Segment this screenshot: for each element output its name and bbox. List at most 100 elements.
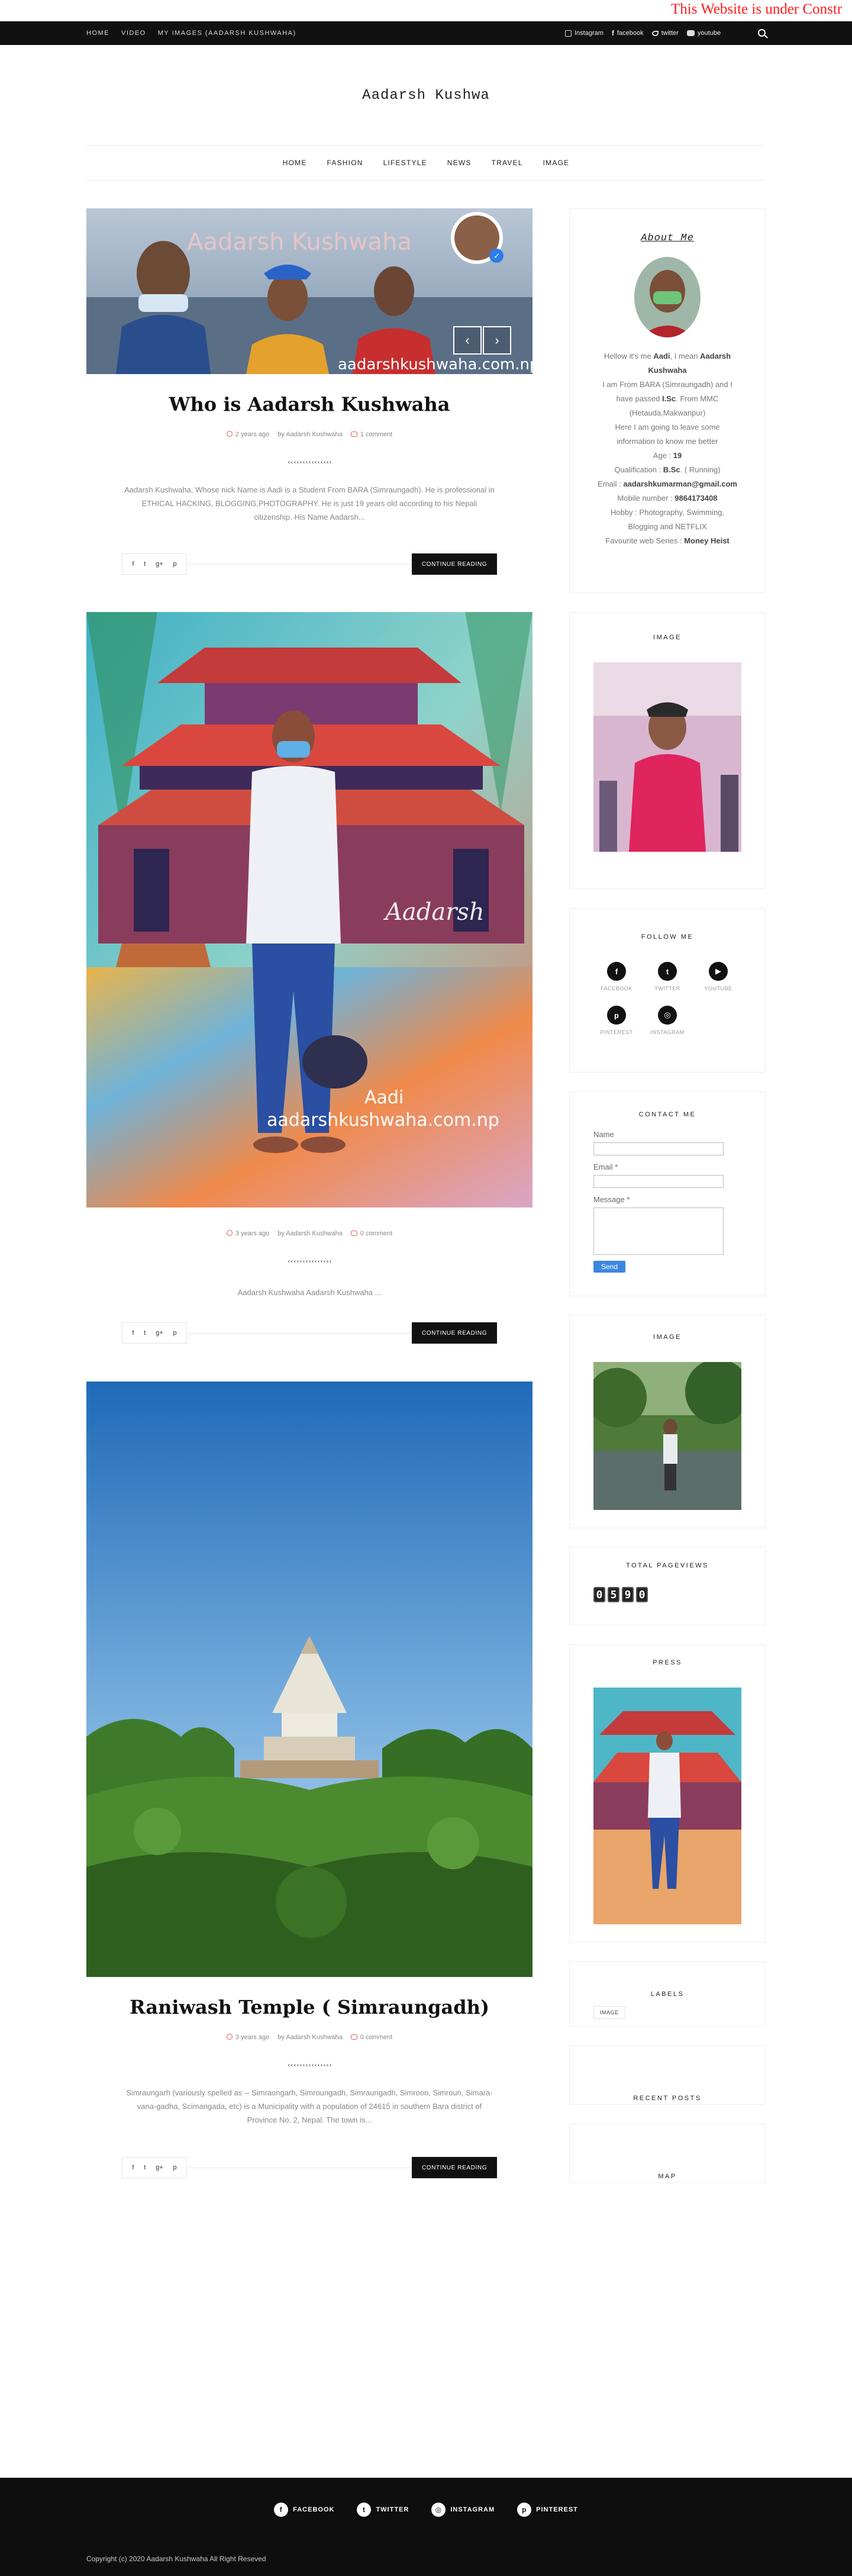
post-title[interactable]: Raniwash Temple ( Simraungadh) [86,1996,532,2018]
follow-youtube-label: YOUTUBE [704,986,732,991]
follow-links: f FACEBOOK t TWITTER ▶ YOUTUBE p PINTEREST ◎… [570,962,765,1035]
post-comments[interactable]: 1 comment [350,431,392,438]
total-pageviews-title: TOTAL PAGEVIEWS [626,1562,709,1569]
share-google-plus-icon[interactable]: g+ [156,561,163,568]
main-nav: HOME FASHION LIFESTYLE NEWS TRAVEL IMAGE [86,145,766,181]
follow-twitter[interactable]: t TWITTER [642,962,693,991]
follow-me-widget: FOLLOW ME f FACEBOOK t TWITTER ▶ YOUTUBE pP… [569,908,766,1073]
main-nav-travel[interactable]: TRAVEL [492,159,523,167]
share-facebook-icon[interactable]: f [132,561,134,568]
continue-reading-button[interactable]: CONTINUE READING [412,2157,497,2178]
follow-facebook[interactable]: f FACEBOOK [591,962,642,991]
top-youtube-link[interactable]: youtube [686,30,721,37]
follow-instagram[interactable]: ◎ INSTAGRAM [642,1006,693,1035]
copyright-text: Copyright (c) 2020 Aadarsh Kushwaha All … [86,2555,266,2563]
footer-facebook-link[interactable]: f FACEBOOK [274,2503,334,2517]
press-title: PRESS [653,1659,682,1666]
follow-pinterest-label: PINTEREST [600,1029,633,1035]
main-nav-lifestyle[interactable]: LIFESTYLE [383,159,427,167]
instagram-icon: ◎ [658,1006,677,1025]
footer-pinterest-label: PINTEREST [536,2506,578,2513]
follow-instagram-label: INSTAGRAM [650,1029,685,1035]
author-name: Aadarsh Kushwaha [286,431,343,438]
footer-instagram-label: INSTAGRAM [450,2506,495,2513]
svg-text:✓: ✓ [493,252,501,261]
counter-digit: 5 [608,1587,619,1602]
map-widget: MAP [569,2124,766,2183]
send-button[interactable]: Send [593,1261,625,1273]
email-field[interactable] [593,1175,724,1188]
image-caption-name: Aadi [364,1087,404,1108]
post-author[interactable]: by Aadarsh Kushwaha [277,431,342,438]
share-facebook-icon[interactable]: f [132,1329,134,1337]
site-title[interactable]: Aadarsh Kushwa [0,88,852,104]
share-twitter-icon[interactable]: t [144,2164,146,2171]
continue-reading-button[interactable]: CONTINUE READING [412,1322,497,1344]
press-image[interactable] [593,1688,741,1924]
total-pageviews-widget: TOTAL PAGEVIEWS 0 5 9 0 [569,1547,766,1625]
top-nav-home[interactable]: HOME [86,30,109,37]
share-google-plus-icon[interactable]: g+ [156,2164,163,2171]
youtube-icon: ▶ [709,962,728,981]
image-widget-title: IMAGE [653,1334,682,1341]
counter-digit: 0 [636,1587,648,1602]
top-instagram-link[interactable]: Instagram [565,30,604,37]
share-twitter-icon[interactable]: t [144,1329,146,1337]
share-pinterest-icon[interactable]: p [173,561,176,568]
share-facebook-icon[interactable]: f [132,2164,134,2171]
post-comments[interactable]: 0 comment [350,2034,392,2041]
post-comments[interactable]: 0 comment [350,1230,392,1237]
author-prefix: by [277,1230,285,1237]
slider-next-button[interactable]: › [483,326,511,355]
about-me-title: About Me [641,233,694,244]
clock-icon [226,2034,233,2040]
recent-posts-widget: RECENT POSTS [569,2046,766,2105]
label-image[interactable]: IMAGE [593,2006,625,2019]
top-social-links: Instagram f facebook twitter youtube [565,21,721,45]
search-icon[interactable] [758,29,766,37]
top-nav-my-images[interactable]: MY IMAGES (AADARSH KUSHWAHA) [158,30,296,37]
press-photo [593,1688,741,1924]
post-image[interactable]: Aadarsh Aadi aadarshkushwaha.com.np [86,612,532,1208]
post-author[interactable]: by Aadarsh Kushwaha [277,1230,342,1237]
main-nav-fashion[interactable]: FASHION [327,159,363,167]
top-facebook-link[interactable]: f facebook [612,29,644,37]
top-bar: HOME VIDEO MY IMAGES (AADARSH KUSHWAHA) … [0,21,852,45]
author-name: Aadarsh Kushwaha [286,1230,343,1237]
post-image[interactable] [86,1382,532,1977]
top-nav-video[interactable]: VIDEO [121,30,146,37]
continue-reading-button[interactable]: CONTINUE READING [412,553,497,575]
facebook-icon: f [274,2503,289,2517]
sidebar-image[interactable] [588,1359,750,1510]
footer-pinterest-link[interactable]: p PINTEREST [517,2503,578,2517]
share-google-plus-icon[interactable]: g+ [156,1329,163,1337]
sidebar-image[interactable] [593,662,741,852]
message-field[interactable] [593,1208,724,1255]
recent-posts-title: RECENT POSTS [633,2095,702,2102]
follow-youtube[interactable]: ▶ YOUTUBE [693,962,744,991]
main-nav-home[interactable]: HOME [283,159,307,167]
instagram-icon [565,30,572,37]
main-nav-image[interactable]: IMAGE [543,159,570,167]
footer-social-links: f FACEBOOK t TWITTER ◎ INSTAGRAM p PINTEREST [0,2503,852,2517]
follow-pinterest[interactable]: p PINTEREST [591,1006,642,1035]
name-field[interactable] [593,1142,724,1155]
post-title[interactable]: Who is Aadarsh Kushwaha [86,393,532,416]
comment-icon [350,432,357,437]
top-facebook-label: facebook [617,30,644,37]
share-pinterest-icon[interactable]: p [173,1329,176,1337]
slider-prev-button[interactable]: ‹ [453,326,482,355]
footer-instagram-link[interactable]: ◎ INSTAGRAM [431,2503,495,2517]
contact-me-title: CONTACT ME [638,1111,696,1118]
name-label: Name [593,1130,614,1139]
main-nav-news[interactable]: NEWS [447,159,472,167]
footer-twitter-link[interactable]: t TWITTER [357,2503,409,2517]
share-pinterest-icon[interactable]: p [173,2164,176,2171]
post-author[interactable]: by Aadarsh Kushwaha [277,2034,342,2041]
top-twitter-link[interactable]: twitter [651,30,679,37]
divider-ornament: ‹‹‹‹‹‹‹‹‹‹‹‹‹‹‹ [287,1258,332,1265]
about-me-widget: About Me Hellow it's me Aadi, I mean Aad… [569,208,766,593]
sidebar-photo [593,662,741,852]
share-twitter-icon[interactable]: t [144,561,146,568]
comment-icon [350,1231,357,1236]
